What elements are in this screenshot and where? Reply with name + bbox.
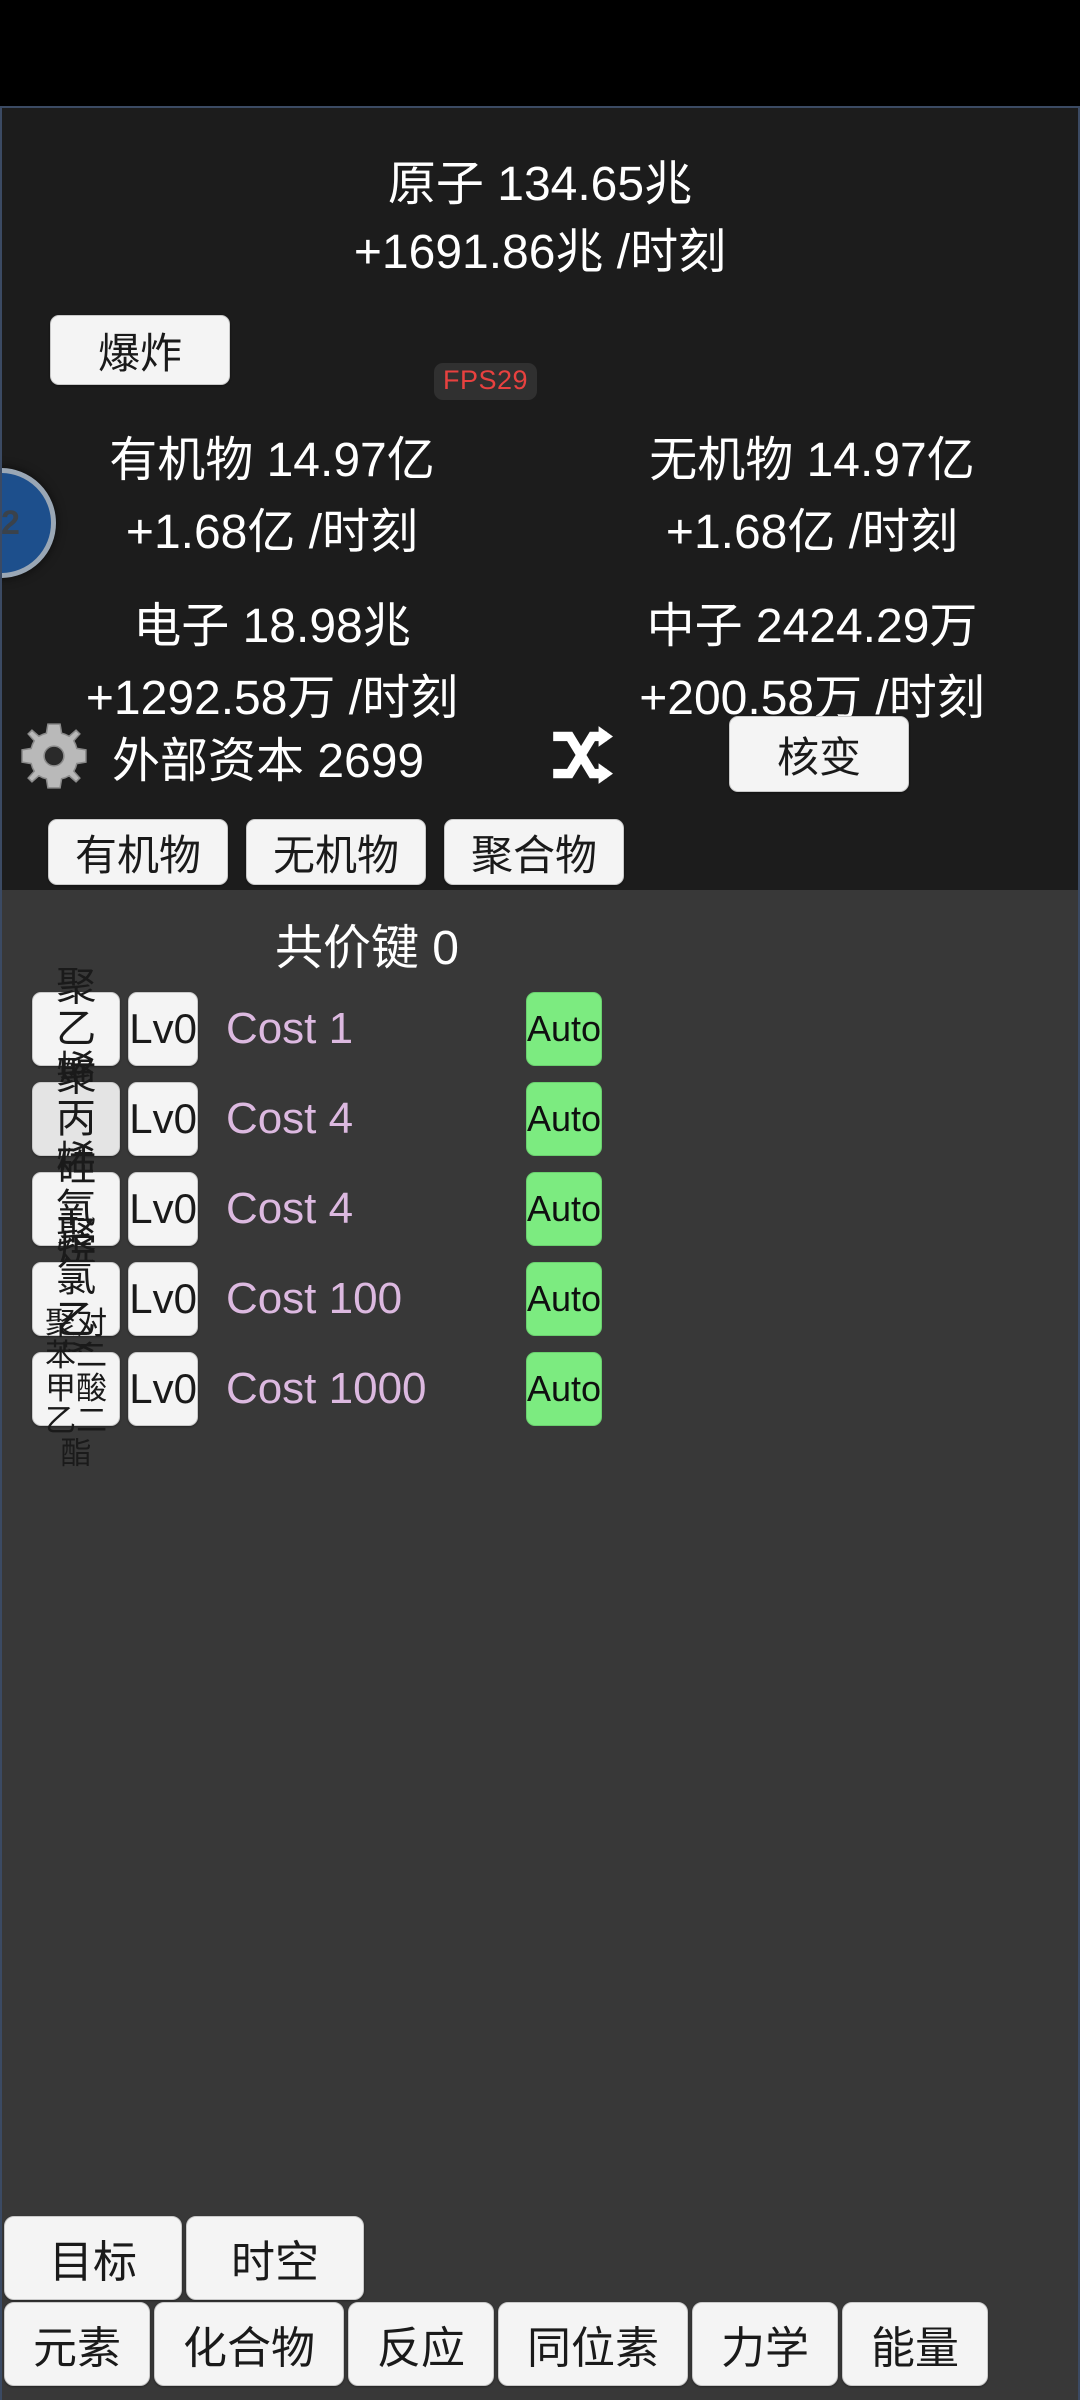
- item-cost-label: Cost 4: [225, 1094, 354, 1143]
- item-name-button[interactable]: 聚对苯二甲酸 乙二酯: [32, 1307, 121, 1470]
- item-level-button[interactable]: Lv0: [128, 1262, 198, 1336]
- item-level-button[interactable]: Lv0: [128, 1082, 198, 1156]
- electron-amount: 电子 18.98兆: [133, 600, 411, 653]
- explosion-button[interactable]: 爆炸: [50, 315, 230, 385]
- item-auto-toggle[interactable]: Auto: [525, 1352, 602, 1426]
- organic-amount: 有机物 14.97亿: [109, 434, 435, 487]
- item-level-button[interactable]: Lv0: [128, 992, 198, 1066]
- item-cost-label: Cost 1: [225, 1004, 354, 1053]
- atom-amount: 原子 134.65兆: [387, 158, 693, 211]
- app-window: 原子 134.65兆 +1691.86兆 /时刻 爆炸 FPS29 有机物 14…: [0, 106, 1080, 2400]
- nav-reaction[interactable]: 反应: [348, 2302, 494, 2386]
- nav-compound[interactable]: 化合物: [154, 2302, 344, 2386]
- tab-inorganic[interactable]: 无机物: [246, 819, 427, 885]
- nav-mechanics[interactable]: 力学: [692, 2302, 838, 2386]
- item-auto-toggle[interactable]: Auto: [525, 1262, 602, 1336]
- nav-isotope[interactable]: 同位素: [498, 2302, 688, 2386]
- tab-organic[interactable]: 有机物: [48, 819, 229, 885]
- organic-rate: +1.68亿 /时刻: [125, 506, 419, 559]
- nav-row-secondary: 元素 化合物 反应 同位素 力学 能量: [2, 2302, 1078, 2388]
- atom-rate: +1691.86兆 /时刻: [353, 226, 727, 279]
- status-bar: [0, 0, 1080, 106]
- item-cost-label: Cost 4: [225, 1184, 354, 1233]
- nav-spacetime[interactable]: 时空: [186, 2216, 364, 2300]
- section-title: 共价键 0: [274, 922, 460, 975]
- table-row: 硅氧烷 Lv0 Cost 4 Auto: [2, 1146, 1078, 1272]
- external-capital-label: 外部资本 2699: [112, 735, 425, 788]
- bottom-navigation: 目标 时空 元素 化合物 反应 同位素 力学 能量: [2, 2188, 1078, 2400]
- neutron-amount: 中子 2424.29万: [646, 600, 978, 653]
- item-auto-toggle[interactable]: Auto: [525, 1172, 602, 1246]
- nav-goal[interactable]: 目标: [4, 2216, 182, 2300]
- tab-polymer[interactable]: 聚合物: [444, 819, 625, 885]
- fusion-button[interactable]: 核变: [729, 716, 909, 792]
- inorganic-rate: +1.68亿 /时刻: [665, 506, 959, 559]
- item-list: 聚乙烯 Lv0 Cost 1 Auto 聚丙烯 Lv0 Cost 4 Auto …: [2, 966, 1078, 1470]
- shuffle-icon[interactable]: [547, 722, 613, 788]
- screen-root: 原子 134.65兆 +1691.86兆 /时刻 爆炸 FPS29 有机物 14…: [0, 0, 1080, 2400]
- content-panel: 共价键 0 聚乙烯 Lv0 Cost 1 Auto 聚丙烯 Lv0 Cost 4…: [2, 890, 1078, 2290]
- table-row: 聚丙烯 Lv0 Cost 4 Auto: [2, 1056, 1078, 1182]
- item-auto-toggle[interactable]: Auto: [525, 1082, 602, 1156]
- item-cost-label: Cost 1000: [225, 1364, 427, 1413]
- item-level-button[interactable]: Lv0: [128, 1172, 198, 1246]
- table-row: 聚氯乙烯 Lv0 Cost 100 Auto: [2, 1215, 1078, 1383]
- external-capital-row: 外部资本 2699 核变: [2, 716, 1078, 810]
- gear-icon[interactable]: [16, 718, 92, 794]
- item-cost-label: Cost 100: [225, 1274, 403, 1323]
- item-level-button[interactable]: Lv0: [128, 1352, 198, 1426]
- fps-badge: FPS29: [434, 363, 538, 400]
- item-auto-toggle[interactable]: Auto: [525, 992, 602, 1066]
- resource-header: 原子 134.65兆 +1691.86兆 /时刻 爆炸 FPS29 有机物 14…: [2, 108, 1078, 792]
- nav-row-primary: 目标 时空: [2, 2216, 1078, 2300]
- table-row: 聚乙烯 Lv0 Cost 1 Auto: [2, 966, 1078, 1092]
- nav-energy[interactable]: 能量: [842, 2302, 988, 2386]
- nav-element[interactable]: 元素: [4, 2302, 150, 2386]
- inorganic-amount: 无机物 14.97亿: [649, 434, 975, 487]
- category-tab-bar: 有机物 无机物 聚合物: [2, 814, 1078, 890]
- table-row: 聚对苯二甲酸 乙二酯 Lv0 Cost 1000 Auto: [2, 1307, 1078, 1470]
